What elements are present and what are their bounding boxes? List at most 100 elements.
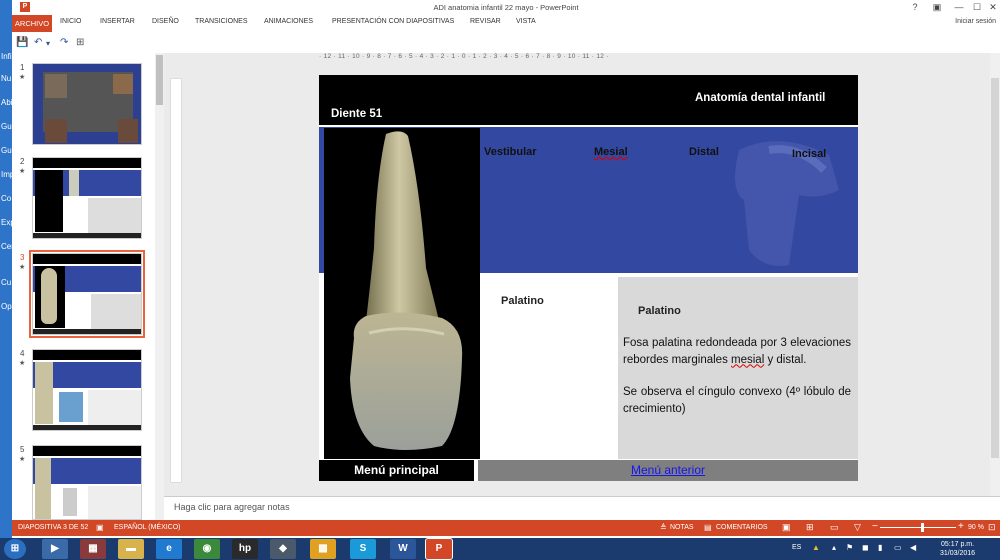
backstage-item: Gu bbox=[1, 122, 12, 131]
start-button[interactable]: ⊞ bbox=[4, 539, 26, 559]
backstage-item: Infi bbox=[1, 52, 12, 61]
redo-icon[interactable]: ↷ bbox=[60, 37, 68, 48]
internet-explorer-icon[interactable]: e bbox=[156, 539, 182, 559]
sign-in-link[interactable]: Iniciar sesión bbox=[955, 18, 996, 25]
tab-revisar[interactable]: REVISAR bbox=[470, 18, 501, 25]
proofing-icon[interactable]: ▣ bbox=[96, 523, 104, 532]
notes-pane[interactable]: Haga clic para agregar notas bbox=[164, 496, 1000, 520]
animation-star-icon: ★ bbox=[19, 74, 26, 81]
save-icon[interactable]: 💾 bbox=[16, 37, 28, 48]
desc-text: y distal. bbox=[764, 353, 807, 366]
view-vestibular-link[interactable]: Vestibular bbox=[484, 146, 537, 158]
start-presentation-icon[interactable]: ⊞ bbox=[76, 37, 84, 48]
view-mesial-link[interactable]: Mesial bbox=[594, 146, 628, 158]
watermark-tooth-icon bbox=[735, 141, 839, 266]
skype-icon[interactable]: S bbox=[350, 539, 376, 559]
slide-thumbnails-pane: 1 ★ 2 ★ 3 ★ 4 ★ 5 ★ bbox=[12, 53, 164, 520]
notes-button[interactable]: NOTAS bbox=[670, 524, 694, 531]
undo-dropdown-icon[interactable]: ▾ bbox=[46, 39, 50, 48]
system-clock[interactable]: 05:17 p.m. 31/03/2016 bbox=[940, 540, 975, 558]
thumb-number: 2 bbox=[20, 157, 25, 166]
editor-scrollbar[interactable] bbox=[990, 53, 1000, 496]
quick-access-toolbar: 💾 ↶ ▾ ↷ ⊞ bbox=[12, 33, 160, 53]
thumb-number: 5 bbox=[20, 445, 25, 454]
menu-principal-button[interactable]: Menú principal bbox=[319, 460, 474, 481]
tab-inicio[interactable]: INICIO bbox=[60, 18, 81, 25]
desc-mesial-word: mesial bbox=[731, 353, 765, 366]
input-language[interactable]: ES bbox=[792, 544, 801, 551]
reading-view-icon[interactable]: ▭ bbox=[830, 522, 839, 533]
slide-thumbnail-3[interactable] bbox=[29, 250, 145, 338]
thumbnails-scrollbar[interactable] bbox=[155, 53, 164, 520]
warning-icon[interactable]: ▲ bbox=[812, 543, 820, 552]
ribbon-display-icon[interactable]: ▣ bbox=[926, 0, 948, 15]
backstage-item: Gu bbox=[1, 146, 12, 155]
volume-icon[interactable]: ◀ bbox=[910, 543, 916, 552]
window-title: ADI anatomia infantil 22 mayo - PowerPoi… bbox=[433, 3, 579, 12]
slide-thumbnail-4[interactable] bbox=[32, 349, 142, 431]
clock-date: 31/03/2016 bbox=[940, 550, 976, 557]
comments-button[interactable]: COMENTARIOS bbox=[716, 524, 768, 531]
battery-icon[interactable]: ▭ bbox=[894, 543, 902, 552]
tab-insertar[interactable]: INSERTAR bbox=[100, 18, 135, 25]
zoom-in-icon[interactable]: + bbox=[958, 521, 964, 532]
apps-grid-icon[interactable]: ▩ bbox=[310, 539, 336, 559]
hp-icon[interactable]: hp bbox=[232, 539, 258, 559]
scrollbar-thumb[interactable] bbox=[991, 78, 999, 458]
animation-star-icon: ★ bbox=[19, 456, 26, 463]
tab-diseno[interactable]: DISEÑO bbox=[152, 18, 179, 25]
chrome-icon[interactable]: ◉ bbox=[194, 539, 220, 559]
fit-slide-icon[interactable]: ⊡ bbox=[988, 522, 996, 533]
word-icon[interactable]: W bbox=[390, 539, 416, 559]
zoom-level[interactable]: 90 % bbox=[968, 524, 984, 531]
ribbon-tabs: ARCHIVO INICIO INSERTAR DISEÑO TRANSICIO… bbox=[12, 15, 1000, 32]
tray-app-icon[interactable]: ◼ bbox=[862, 543, 869, 552]
animation-star-icon: ★ bbox=[19, 264, 26, 271]
scrollbar-thumb[interactable] bbox=[156, 55, 163, 105]
media-player-icon[interactable]: ▶ bbox=[42, 539, 68, 559]
tab-transiciones[interactable]: TRANSICIONES bbox=[195, 18, 248, 25]
slide-thumbnail-2[interactable] bbox=[32, 157, 142, 239]
clock-time: 05:17 p.m. bbox=[940, 541, 975, 548]
tab-animaciones[interactable]: ANIMACIONES bbox=[264, 18, 313, 25]
tab-archivo[interactable]: ARCHIVO bbox=[12, 15, 52, 32]
zoom-slider-handle[interactable] bbox=[920, 523, 924, 532]
file-explorer-icon[interactable]: ▬ bbox=[118, 539, 144, 559]
backstage-labels: Infi Nu Abi Gu Gu Imp Co Exp Cer Cu Op bbox=[0, 0, 15, 538]
menu-anterior-link[interactable]: Menú anterior bbox=[631, 463, 705, 477]
description-text: Fosa palatina redondeada por 3 elevacion… bbox=[623, 335, 851, 417]
course-title: Anatomía dental infantil bbox=[695, 92, 826, 104]
slide-counter: DIAPOSITIVA 3 DE 52 bbox=[18, 524, 89, 531]
vertical-ruler bbox=[170, 78, 182, 483]
normal-view-icon[interactable]: ▣ bbox=[782, 522, 791, 533]
backstage-item: Nu bbox=[1, 74, 12, 83]
flag-icon[interactable]: ⚑ bbox=[846, 543, 853, 552]
slide-sorter-icon[interactable]: ⊞ bbox=[806, 522, 814, 533]
zoom-out-icon[interactable]: − bbox=[872, 521, 878, 532]
backstage-item: Co bbox=[1, 194, 12, 203]
tab-vista[interactable]: VISTA bbox=[516, 18, 536, 25]
slide-thumbnail-5[interactable] bbox=[32, 445, 142, 520]
menu-anterior-button[interactable]: Menú anterior bbox=[478, 460, 858, 481]
zoom-slider[interactable] bbox=[880, 527, 956, 528]
undo-icon[interactable]: ↶ bbox=[34, 37, 42, 48]
notes-placeholder[interactable]: Haga clic para agregar notas bbox=[174, 502, 290, 512]
close-button[interactable]: ✕ bbox=[982, 0, 1000, 15]
taskbar-app-icon[interactable]: ▦ bbox=[80, 539, 106, 559]
view-incisal-link[interactable]: Incisal bbox=[792, 148, 826, 160]
tray-expand-icon[interactable]: ▴ bbox=[832, 543, 836, 552]
animation-star-icon: ★ bbox=[19, 168, 26, 175]
security-icon[interactable]: ◆ bbox=[270, 539, 296, 559]
network-icon[interactable]: ▮ bbox=[878, 543, 882, 552]
language-indicator[interactable]: ESPAÑOL (MÉXICO) bbox=[114, 524, 181, 531]
view-distal-link[interactable]: Distal bbox=[689, 146, 719, 158]
slide-canvas[interactable]: Anatomía dental infantil Diente 51 Vesti… bbox=[319, 75, 858, 481]
animation-star-icon: ★ bbox=[19, 360, 26, 367]
slideshow-icon[interactable]: ▽ bbox=[854, 522, 861, 533]
tab-presentacion[interactable]: PRESENTACIÓN CON DIAPOSITIVAS bbox=[332, 18, 454, 25]
powerpoint-taskbar-icon[interactable]: P bbox=[425, 538, 453, 560]
tooth-photo bbox=[324, 128, 480, 459]
help-icon[interactable]: ? bbox=[904, 0, 926, 15]
slide-thumbnail-1[interactable] bbox=[32, 63, 142, 145]
description-heading: Palatino bbox=[638, 305, 681, 317]
